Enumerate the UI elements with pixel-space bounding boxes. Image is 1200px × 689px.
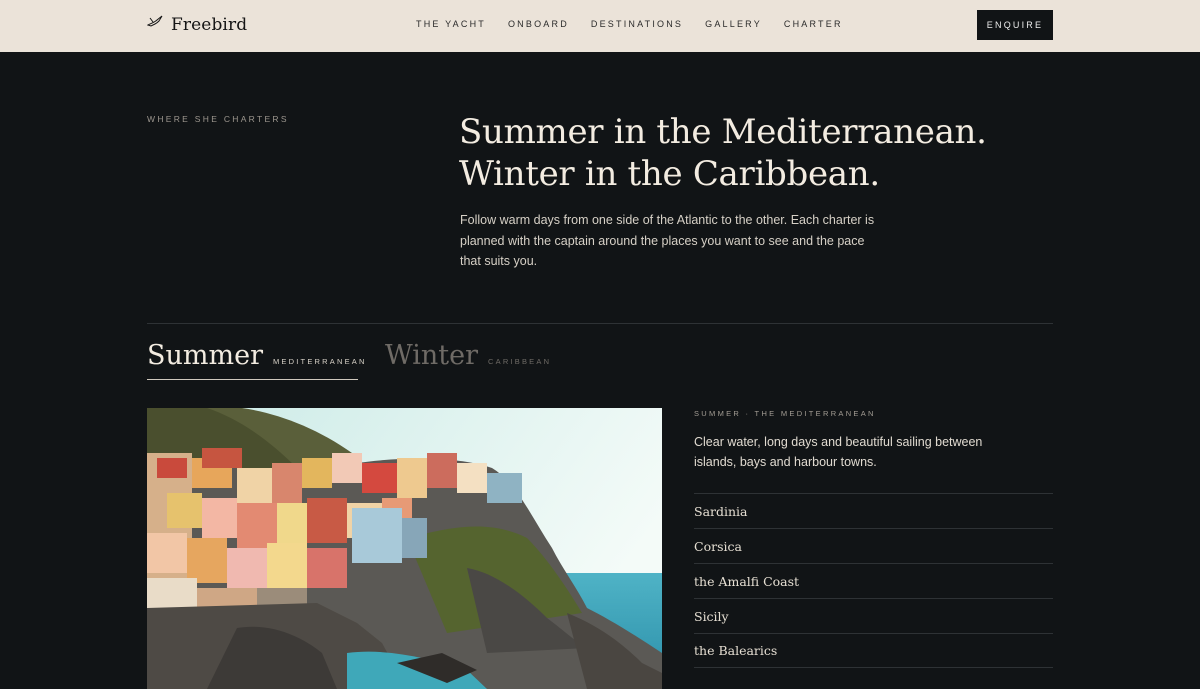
list-item[interactable]: the Balearics	[694, 633, 1053, 668]
active-tab-underline	[147, 379, 358, 380]
bird-logo-icon	[146, 13, 165, 36]
nav-item-charter[interactable]: CHARTER	[784, 19, 843, 29]
main-nav: THE YACHT ONBOARD DESTINATIONS GALLERY C…	[416, 19, 865, 29]
intro-paragraph: Follow warm days from one side of the At…	[460, 213, 875, 268]
detail-description: Clear water, long days and beautiful sai…	[694, 435, 983, 469]
tab-summer-subtitle: MEDITERRANEAN	[272, 357, 367, 366]
list-item[interactable]: Sicily	[694, 598, 1053, 633]
detail-eyebrow: SUMMER · THE MEDITERRANEAN	[694, 409, 876, 418]
list-item[interactable]: the Amalfi Coast	[694, 563, 1053, 598]
nav-item-onboard[interactable]: ONBOARD	[508, 19, 569, 29]
headline-line-1: Summer in the Mediterranean.	[459, 112, 987, 152]
tab-summer-title: Summer	[147, 340, 263, 371]
site-header: Freebird THE YACHT ONBOARD DESTINATIONS …	[0, 0, 1200, 52]
section-divider	[147, 323, 1053, 324]
page-title: Summer in the Mediterranean. Winter in t…	[459, 111, 1059, 195]
nav-item-gallery[interactable]: GALLERY	[705, 19, 762, 29]
list-item[interactable]: Corsica	[694, 528, 1053, 563]
tab-summer[interactable]: Summer MEDITERRANEAN	[147, 340, 367, 371]
headline-line-2: Winter in the Caribbean.	[459, 154, 880, 194]
nav-item-the-yacht[interactable]: THE YACHT	[416, 19, 486, 29]
enquire-button[interactable]: ENQUIRE	[977, 10, 1053, 40]
destination-photo	[147, 408, 662, 689]
brand-logo[interactable]: Freebird	[146, 13, 248, 36]
list-item[interactable]: Sardinia	[694, 493, 1053, 528]
tab-winter-title: Winter	[385, 340, 479, 371]
nav-item-destinations[interactable]: DESTINATIONS	[591, 19, 683, 29]
brand-name: Freebird	[171, 14, 248, 35]
section-eyebrow: WHERE SHE CHARTERS	[147, 114, 289, 124]
tab-winter[interactable]: Winter CARIBBEAN	[385, 340, 551, 371]
destination-list: Sardinia Corsica the Amalfi Coast Sicily…	[694, 493, 1053, 668]
tab-winter-subtitle: CARIBBEAN	[488, 357, 552, 366]
